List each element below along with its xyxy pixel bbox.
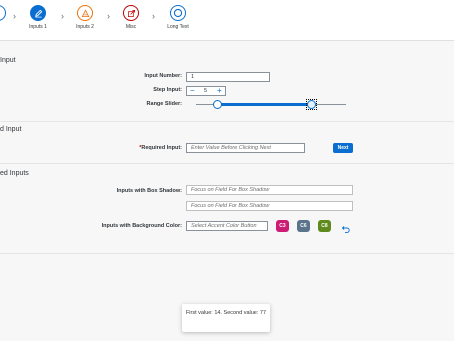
range-slider-label: Range Slider:: [146, 101, 182, 107]
section-divider: [0, 163, 454, 164]
background-color-input[interactable]: Select Accent Color Button: [186, 221, 268, 231]
step-previous-circle: [0, 5, 6, 21]
background-color-label: Inputs with Background Color:: [101, 223, 182, 229]
section-title-required: d Input: [0, 126, 22, 133]
box-shadow-label: Inputs with Box Shadow:: [116, 188, 182, 194]
step-long-text[interactable]: Long Text: [158, 5, 198, 30]
chevron-right-icon: ›: [61, 11, 64, 21]
slider-range-fill: [217, 103, 312, 106]
increment-button[interactable]: +: [217, 86, 222, 95]
input-number-label: Input Number:: [144, 73, 182, 79]
chevron-right-icon: ›: [13, 11, 16, 21]
share-icon: [123, 5, 139, 21]
step-inputs-1[interactable]: Inputs 1: [18, 5, 58, 30]
step-inputs-2[interactable]: Inputs 2: [65, 5, 105, 30]
undo-icon[interactable]: [341, 221, 351, 239]
required-input-label: *Required Input:: [139, 145, 182, 151]
step-misc[interactable]: Misc: [111, 5, 151, 30]
warning-icon: [77, 5, 93, 21]
section-divider: [0, 253, 454, 254]
step-value: 5: [204, 88, 208, 94]
accent-button-c6[interactable]: C6: [297, 220, 310, 232]
step-label: Inputs 1: [29, 24, 47, 30]
wizard-header: › Inputs 1 › Inputs 2 › Misc › Long Text: [0, 0, 454, 41]
edit-icon: [30, 5, 46, 21]
decrement-button[interactable]: −: [190, 86, 195, 95]
step-label: Long Text: [167, 24, 189, 30]
box-shadow-input-2[interactable]: Focus on Field For Box Shadow: [186, 201, 353, 211]
step-input: − 5 +: [186, 86, 226, 96]
chevron-right-icon: ›: [107, 11, 110, 21]
chevron-right-icon: ›: [152, 11, 155, 21]
step-label: Inputs 2: [76, 24, 94, 30]
range-slider[interactable]: [196, 99, 346, 111]
slider-handle-high[interactable]: [306, 99, 317, 110]
circle-icon: [170, 5, 186, 21]
section-title-input: Input: [0, 57, 16, 64]
section-divider: [0, 121, 454, 122]
section-title-styled-inputs: ed Inputs: [0, 170, 29, 177]
slider-handle-low[interactable]: [212, 100, 222, 109]
accent-button-c8[interactable]: C8: [318, 220, 331, 232]
step-label: Misc: [125, 24, 137, 30]
step-input-label: Step Input:: [153, 87, 182, 93]
required-input[interactable]: Enter Value Before Clicking Next: [186, 143, 305, 153]
toast-message: First value: 14. Second value: 77: [182, 304, 270, 332]
next-button[interactable]: Next: [333, 143, 353, 153]
input-number-field[interactable]: 1: [186, 72, 270, 82]
box-shadow-input-1[interactable]: Focus on Field For Box Shadow: [186, 185, 353, 195]
accent-button-c3[interactable]: C3: [276, 220, 289, 232]
